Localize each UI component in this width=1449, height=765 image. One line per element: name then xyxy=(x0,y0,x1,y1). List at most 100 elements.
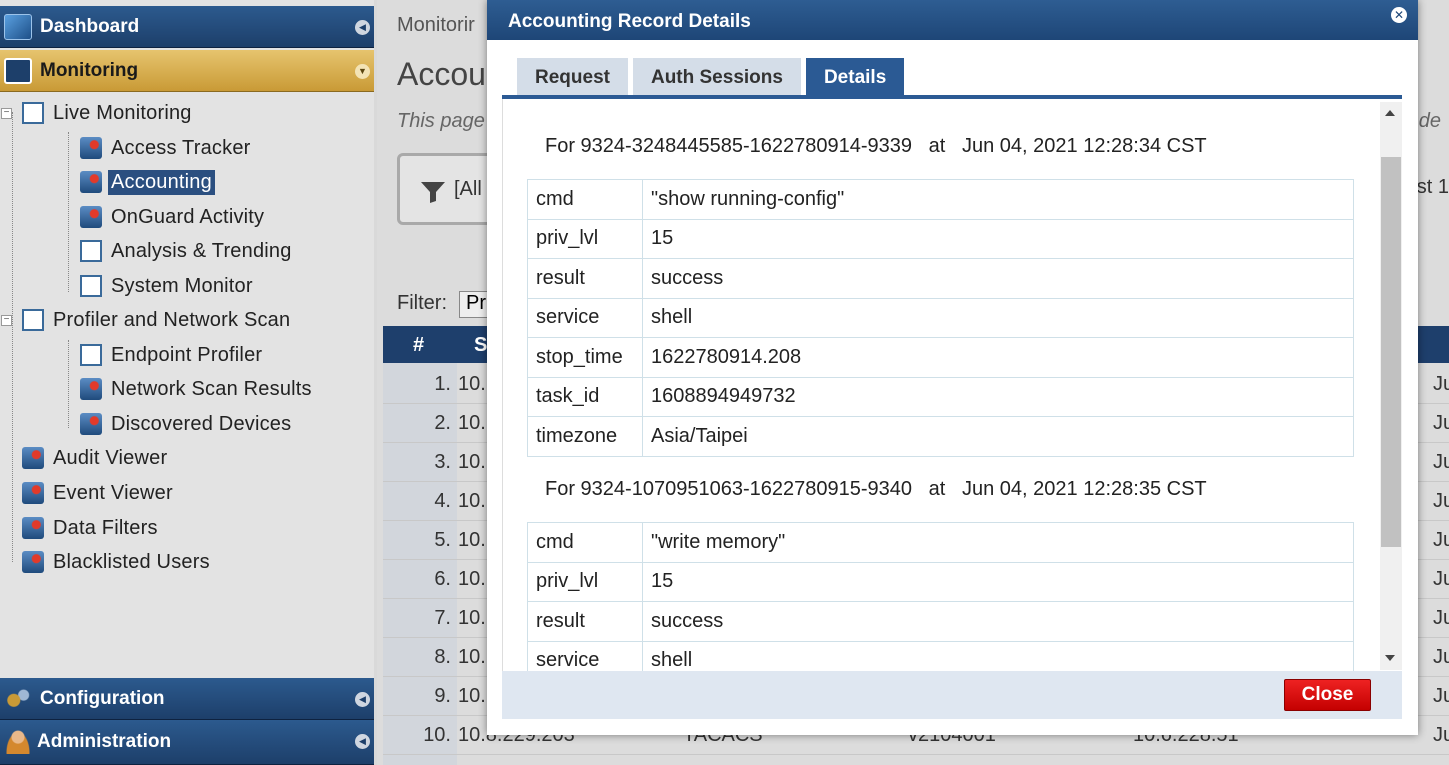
monitor-icon xyxy=(80,344,102,366)
row-ip: 10. xyxy=(458,451,486,473)
tree-item-onguard-activity[interactable]: OnGuard Activity xyxy=(80,203,267,231)
record-header: For 9324-1070951063-1622780915-9340 at J… xyxy=(545,478,1207,500)
row-num: 9. xyxy=(434,685,451,707)
attribute-row: priv_lvl 15 xyxy=(527,218,1354,259)
row-date: Ju xyxy=(1433,412,1449,434)
tree-item-label: Event Viewer xyxy=(53,481,173,504)
tree-item-label: Live Monitoring xyxy=(53,101,192,124)
database-icon xyxy=(80,171,102,193)
tree-item-network-scan-results[interactable]: Network Scan Results xyxy=(80,375,315,403)
tree-item-label: Blacklisted Users xyxy=(53,550,210,573)
tree-item-label: Profiler and Network Scan xyxy=(53,308,291,331)
row-date: Ju xyxy=(1433,685,1449,707)
nav-monitoring[interactable]: Monitoring ▼ xyxy=(0,50,374,92)
row-num: 4. xyxy=(434,490,451,512)
tree-item-label: Discovered Devices xyxy=(111,412,292,435)
attribute-value: 1622780914.208 xyxy=(642,337,1354,378)
attribute-value: "show running-config" xyxy=(642,179,1354,220)
attribute-key: service xyxy=(527,297,643,338)
tree-item-analysis-trending[interactable]: Analysis & Trending xyxy=(80,237,295,265)
tree-item-system-monitor[interactable]: System Monitor xyxy=(80,272,256,300)
tree-line xyxy=(12,112,13,562)
row-num: 10. xyxy=(423,724,451,746)
scrollbar-thumb[interactable] xyxy=(1381,157,1401,547)
tree-item-accounting[interactable]: Accounting xyxy=(80,168,215,196)
row-num: 8. xyxy=(434,646,451,668)
attribute-row: stop_time 1622780914.208 xyxy=(527,337,1354,378)
row-ip: 10. xyxy=(458,568,486,590)
row-num: 6. xyxy=(434,568,451,590)
tab-details[interactable]: Details xyxy=(805,58,905,96)
attribute-value: 1608894949732 xyxy=(642,376,1354,417)
attribute-row: service shell xyxy=(527,640,1354,671)
nav-configuration[interactable]: Configuration ◀ xyxy=(0,678,374,720)
dialog-titlebar: Accounting Record Details ✕ xyxy=(487,0,1418,40)
attribute-key: result xyxy=(527,258,643,299)
scroll-down-arrow-icon[interactable] xyxy=(1385,655,1395,661)
tree-item-blacklisted-users[interactable]: Blacklisted Users xyxy=(22,548,213,576)
record-attributes-table: cmd "show running-config" priv_lvl 15 resu… xyxy=(527,179,1354,457)
attribute-key: priv_lvl xyxy=(527,561,643,602)
accounting-record-dialog: Accounting Record Details ✕ Request Auth… xyxy=(487,0,1418,735)
tree-item-label: Audit Viewer xyxy=(53,446,168,469)
attribute-row: service shell xyxy=(527,297,1354,338)
collapse-dashboard-icon[interactable]: ◀ xyxy=(355,20,370,35)
expand-monitoring-icon[interactable]: ▼ xyxy=(355,64,370,79)
attribute-row: timezone Asia/Taipei xyxy=(527,416,1354,457)
sidebar: Dashboard ◀ Monitoring ▼ − − Live Monito… xyxy=(0,0,374,765)
column-header-num[interactable]: # xyxy=(413,334,424,357)
database-icon xyxy=(80,378,102,400)
tree-item-label: Analysis & Trending xyxy=(111,239,292,262)
tab-request[interactable]: Request xyxy=(517,58,628,96)
collapse-administration-icon[interactable]: ◀ xyxy=(355,734,370,749)
nav-dashboard[interactable]: Dashboard ◀ xyxy=(0,6,374,48)
scroll-up-arrow-icon[interactable] xyxy=(1385,110,1395,116)
row-ip: 10. xyxy=(458,412,486,434)
page-description: This page xyxy=(397,110,485,132)
tree-item-live-monitoring[interactable]: Live Monitoring xyxy=(22,99,195,127)
column-header-server[interactable]: S xyxy=(474,334,487,357)
tree-item-profiler-network-scan[interactable]: Profiler and Network Scan xyxy=(22,306,293,334)
row-ip: 10. xyxy=(458,646,486,668)
database-icon xyxy=(22,517,44,539)
attribute-row: result success xyxy=(527,258,1354,299)
monitoring-icon xyxy=(4,58,32,84)
tree-item-access-tracker[interactable]: Access Tracker xyxy=(80,134,254,162)
tree-item-audit-viewer[interactable]: Audit Viewer xyxy=(22,444,170,472)
tree-item-endpoint-profiler[interactable]: Endpoint Profiler xyxy=(80,341,265,369)
funnel-icon xyxy=(421,182,445,203)
attribute-row: cmd "write memory" xyxy=(527,522,1354,563)
row-ip: 10. xyxy=(458,529,486,551)
attribute-value: "write memory" xyxy=(642,522,1354,563)
close-button[interactable]: Close xyxy=(1284,679,1371,711)
tree-toggle-profiler[interactable]: − xyxy=(1,315,12,326)
attribute-key: result xyxy=(527,601,643,642)
row-num: 7. xyxy=(434,607,451,629)
tree-item-label: Access Tracker xyxy=(111,136,251,159)
tree-line xyxy=(68,132,69,292)
attribute-row: task_id 1608894949732 xyxy=(527,376,1354,417)
collapse-configuration-icon[interactable]: ◀ xyxy=(355,692,370,707)
tree-line xyxy=(68,340,69,428)
attribute-row: cmd "show running-config" xyxy=(527,179,1354,220)
tab-auth-sessions[interactable]: Auth Sessions xyxy=(632,58,801,96)
tree-item-event-viewer[interactable]: Event Viewer xyxy=(22,479,176,507)
attribute-value: success xyxy=(642,258,1354,299)
tree-toggle-live-monitoring[interactable]: − xyxy=(1,108,12,119)
breadcrumb[interactable]: Monitorir xyxy=(397,14,475,37)
vertical-scrollbar[interactable] xyxy=(1380,102,1402,670)
attribute-key: timezone xyxy=(527,416,643,457)
nav-administration[interactable]: Administration ◀ xyxy=(0,720,374,765)
monitor-icon xyxy=(80,275,102,297)
details-scroll-area[interactable]: For 9324-3248445585-1622780914-9339 at J… xyxy=(502,99,1388,671)
monitor-icon xyxy=(22,102,44,124)
row-date: Ju xyxy=(1433,646,1449,668)
tree-item-label: System Monitor xyxy=(111,274,253,297)
tree-item-data-filters[interactable]: Data Filters xyxy=(22,514,161,542)
tree-item-discovered-devices[interactable]: Discovered Devices xyxy=(80,410,294,438)
tree-item-label: OnGuard Activity xyxy=(111,205,265,228)
show-latest-text: st 1 xyxy=(1416,176,1449,198)
tree-item-label: Endpoint Profiler xyxy=(111,343,263,366)
page-title: Accou xyxy=(397,56,486,92)
close-icon[interactable]: ✕ xyxy=(1391,7,1407,23)
